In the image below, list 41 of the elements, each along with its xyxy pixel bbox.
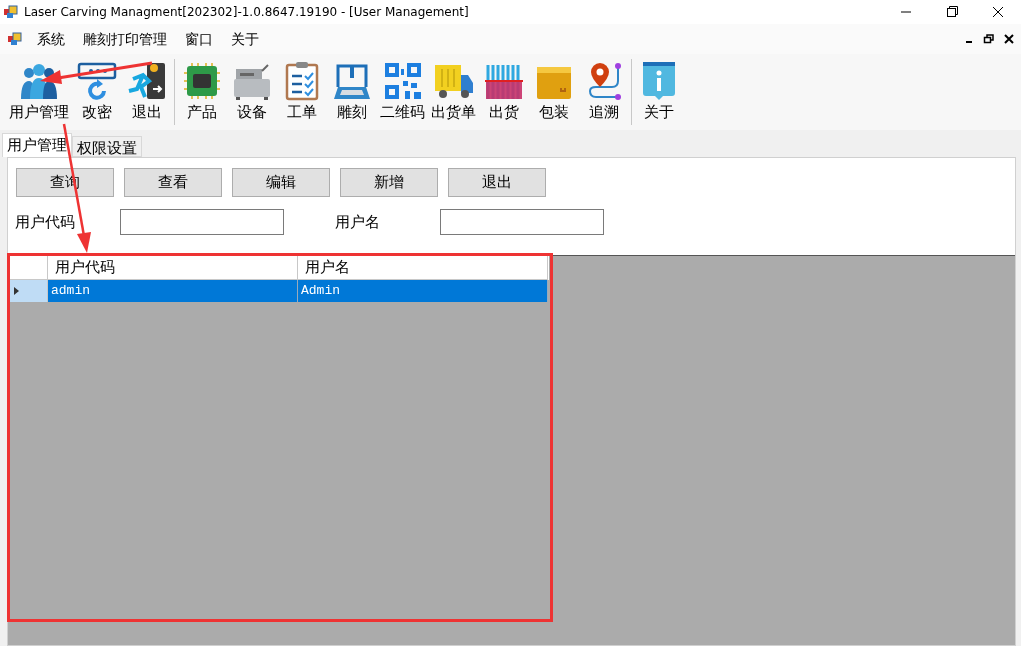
row-header[interactable] [8,280,48,302]
toolbar-button[interactable]: 设备 [227,57,277,127]
toolbar-button[interactable]: 二维码 [377,57,428,127]
printer-icon [232,61,272,101]
restore-icon[interactable] [983,33,995,45]
tab[interactable]: 权限设置 [72,136,142,157]
document-icon [8,32,22,46]
toolbar-button[interactable]: 包装 [529,57,579,127]
toolbar-button[interactable]: 雕刻 [327,57,377,127]
filter-label: 用户代码 [15,211,76,233]
action-button[interactable]: 查看 [124,168,222,197]
toolbar-button[interactable]: 产品 [177,57,227,127]
filter-input[interactable] [440,209,604,235]
exit-door-icon [127,61,167,101]
toolbar-button[interactable]: 改密 [72,57,122,127]
toolbar-button[interactable]: 工单 [277,57,327,127]
toolbar-button[interactable]: 追溯 [579,57,629,127]
toolbar-button[interactable]: 退出 [122,57,172,127]
action-button[interactable]: 新增 [340,168,438,197]
chip-icon [182,61,222,101]
table-cell: Admin [298,280,548,302]
password-refresh-icon [77,61,117,101]
action-button[interactable]: 退出 [448,168,546,197]
toolbar-button[interactable]: 出货 [479,57,529,127]
action-button[interactable]: 编辑 [232,168,330,197]
current-row-icon [14,287,19,295]
menu-item[interactable]: 雕刻打印管理 [76,28,174,50]
qr-code-icon [382,61,423,101]
app-icon [4,5,18,19]
filter-label: 用户名 [335,211,381,233]
close-icon[interactable] [1003,33,1015,45]
window-title: Laser Carving Managment[202302]-1.0.8647.19190 - [User Management] [24,4,469,21]
users-icon [19,61,59,101]
filter-input[interactable] [120,209,284,235]
menu-item[interactable]: 窗口 [178,28,220,50]
tab[interactable]: 用户管理 [2,133,72,157]
toolbar-button[interactable]: 出货单 [428,57,479,127]
menu-item[interactable]: 关于 [224,28,266,50]
table-cell: admin [48,280,298,302]
toolbar-button[interactable]: 关于 [634,57,684,127]
menu-item[interactable]: 系统 [30,28,72,50]
